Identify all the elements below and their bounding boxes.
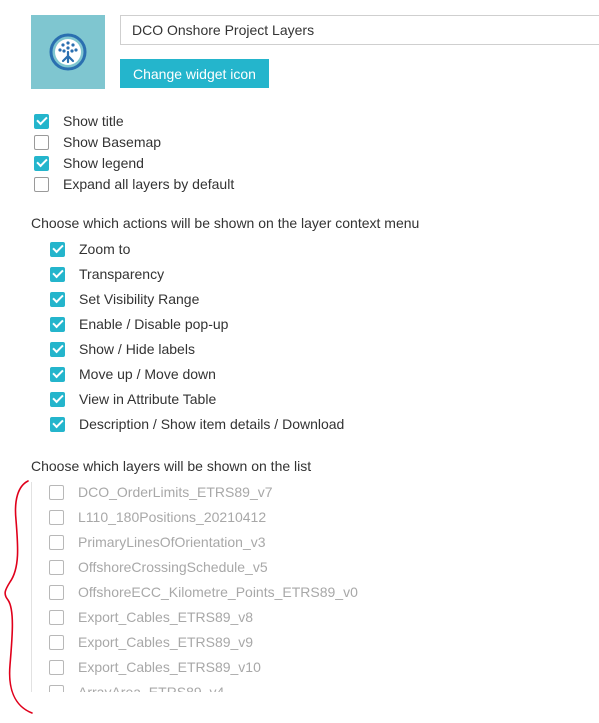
action-enable-disable-popup[interactable]: Enable / Disable pop-up	[50, 316, 228, 332]
show-basemap-checkbox[interactable]	[34, 134, 49, 150]
layer-checkbox[interactable]	[49, 659, 64, 675]
layer-checkbox[interactable]	[49, 609, 64, 625]
action-label: Show / Hide labels	[79, 341, 195, 357]
layer-label: ArrayArea_ETRS89_v4	[78, 684, 225, 692]
layer-label: L110_180Positions_20210412	[78, 509, 267, 525]
action-label: Move up / Move down	[79, 366, 216, 382]
layer-item[interactable]: OffshoreCrossingSchedule_v5	[49, 559, 268, 575]
layer-item[interactable]: ArrayArea_ETRS89_v4	[49, 684, 224, 692]
layer-label: Export_Cables_ETRS89_v8	[78, 609, 254, 625]
show-legend-checkbox[interactable]	[34, 155, 49, 171]
layer-label: OffshoreECC_Kilometre_Points_ETRS89_v0	[78, 584, 358, 600]
layer-item[interactable]: Export_Cables_ETRS89_v9	[49, 634, 253, 650]
move-up-down-checkbox[interactable]	[50, 366, 65, 382]
option-label: Expand all layers by default	[63, 176, 235, 192]
action-view-attribute-table[interactable]: View in Attribute Table	[50, 391, 216, 407]
action-move-up-down[interactable]: Move up / Move down	[50, 366, 216, 382]
layer-label: Export_Cables_ETRS89_v9	[78, 634, 254, 650]
option-label: Show legend	[63, 155, 144, 171]
layer-label: DCO_OrderLimits_ETRS89_v7	[78, 484, 273, 500]
option-expand-all-layers[interactable]: Expand all layers by default	[34, 176, 234, 192]
action-label: Description / Show item details / Downlo…	[79, 416, 345, 432]
layer-item[interactable]: OffshoreECC_Kilometre_Points_ETRS89_v0	[49, 584, 358, 600]
layer-item[interactable]: L110_180Positions_20210412	[49, 509, 266, 525]
layers-heading: Choose which layers will be shown on the…	[31, 458, 312, 474]
option-show-title[interactable]: Show title	[34, 113, 124, 129]
set-visibility-range-checkbox[interactable]	[50, 291, 65, 307]
show-title-checkbox[interactable]	[34, 113, 49, 129]
expand-all-layers-checkbox[interactable]	[34, 176, 49, 192]
layer-label: OffshoreCrossingSchedule_v5	[78, 559, 268, 575]
layer-checkbox[interactable]	[49, 534, 64, 550]
layer-checkbox[interactable]	[49, 509, 64, 525]
layers-globe-icon	[49, 33, 87, 71]
zoom-to-checkbox[interactable]	[50, 241, 65, 257]
layer-checkbox[interactable]	[49, 559, 64, 575]
action-set-visibility-range[interactable]: Set Visibility Range	[50, 291, 199, 307]
layer-checkbox[interactable]	[49, 484, 64, 500]
layer-checkbox[interactable]	[49, 584, 64, 600]
layer-item[interactable]: PrimaryLinesOfOrientation_v3	[49, 534, 266, 550]
action-label: View in Attribute Table	[79, 391, 217, 407]
show-hide-labels-checkbox[interactable]	[50, 341, 65, 357]
enable-disable-popup-checkbox[interactable]	[50, 316, 65, 332]
option-label: Show Basemap	[63, 134, 162, 150]
action-transparency[interactable]: Transparency	[50, 266, 164, 282]
change-widget-icon-button[interactable]: Change widget icon	[120, 59, 269, 88]
action-label: Zoom to	[79, 241, 131, 257]
action-description-download[interactable]: Description / Show item details / Downlo…	[50, 416, 344, 432]
option-label: Show title	[63, 113, 124, 129]
layer-label: Export_Cables_ETRS89_v10	[78, 659, 261, 675]
action-label: Enable / Disable pop-up	[79, 316, 229, 332]
action-show-hide-labels[interactable]: Show / Hide labels	[50, 341, 195, 357]
option-show-basemap[interactable]: Show Basemap	[34, 134, 161, 150]
layer-item[interactable]: Export_Cables_ETRS89_v8	[49, 609, 253, 625]
layer-list[interactable]: DCO_OrderLimits_ETRS89_v7 L110_180Positi…	[31, 482, 599, 692]
widget-title-input[interactable]	[120, 15, 599, 45]
action-label: Set Visibility Range	[79, 291, 200, 307]
layer-checkbox[interactable]	[49, 684, 64, 692]
description-download-checkbox[interactable]	[50, 416, 65, 432]
transparency-checkbox[interactable]	[50, 266, 65, 282]
layer-checkbox[interactable]	[49, 634, 64, 650]
actions-heading: Choose which actions will be shown on th…	[31, 215, 420, 231]
action-zoom-to[interactable]: Zoom to	[50, 241, 130, 257]
layer-label: PrimaryLinesOfOrientation_v3	[78, 534, 266, 550]
option-show-legend[interactable]: Show legend	[34, 155, 144, 171]
action-label: Transparency	[79, 266, 165, 282]
widget-icon-tile	[31, 15, 105, 89]
view-attribute-table-checkbox[interactable]	[50, 391, 65, 407]
layer-item[interactable]: Export_Cables_ETRS89_v10	[49, 659, 261, 675]
layer-item[interactable]: DCO_OrderLimits_ETRS89_v7	[49, 484, 273, 500]
